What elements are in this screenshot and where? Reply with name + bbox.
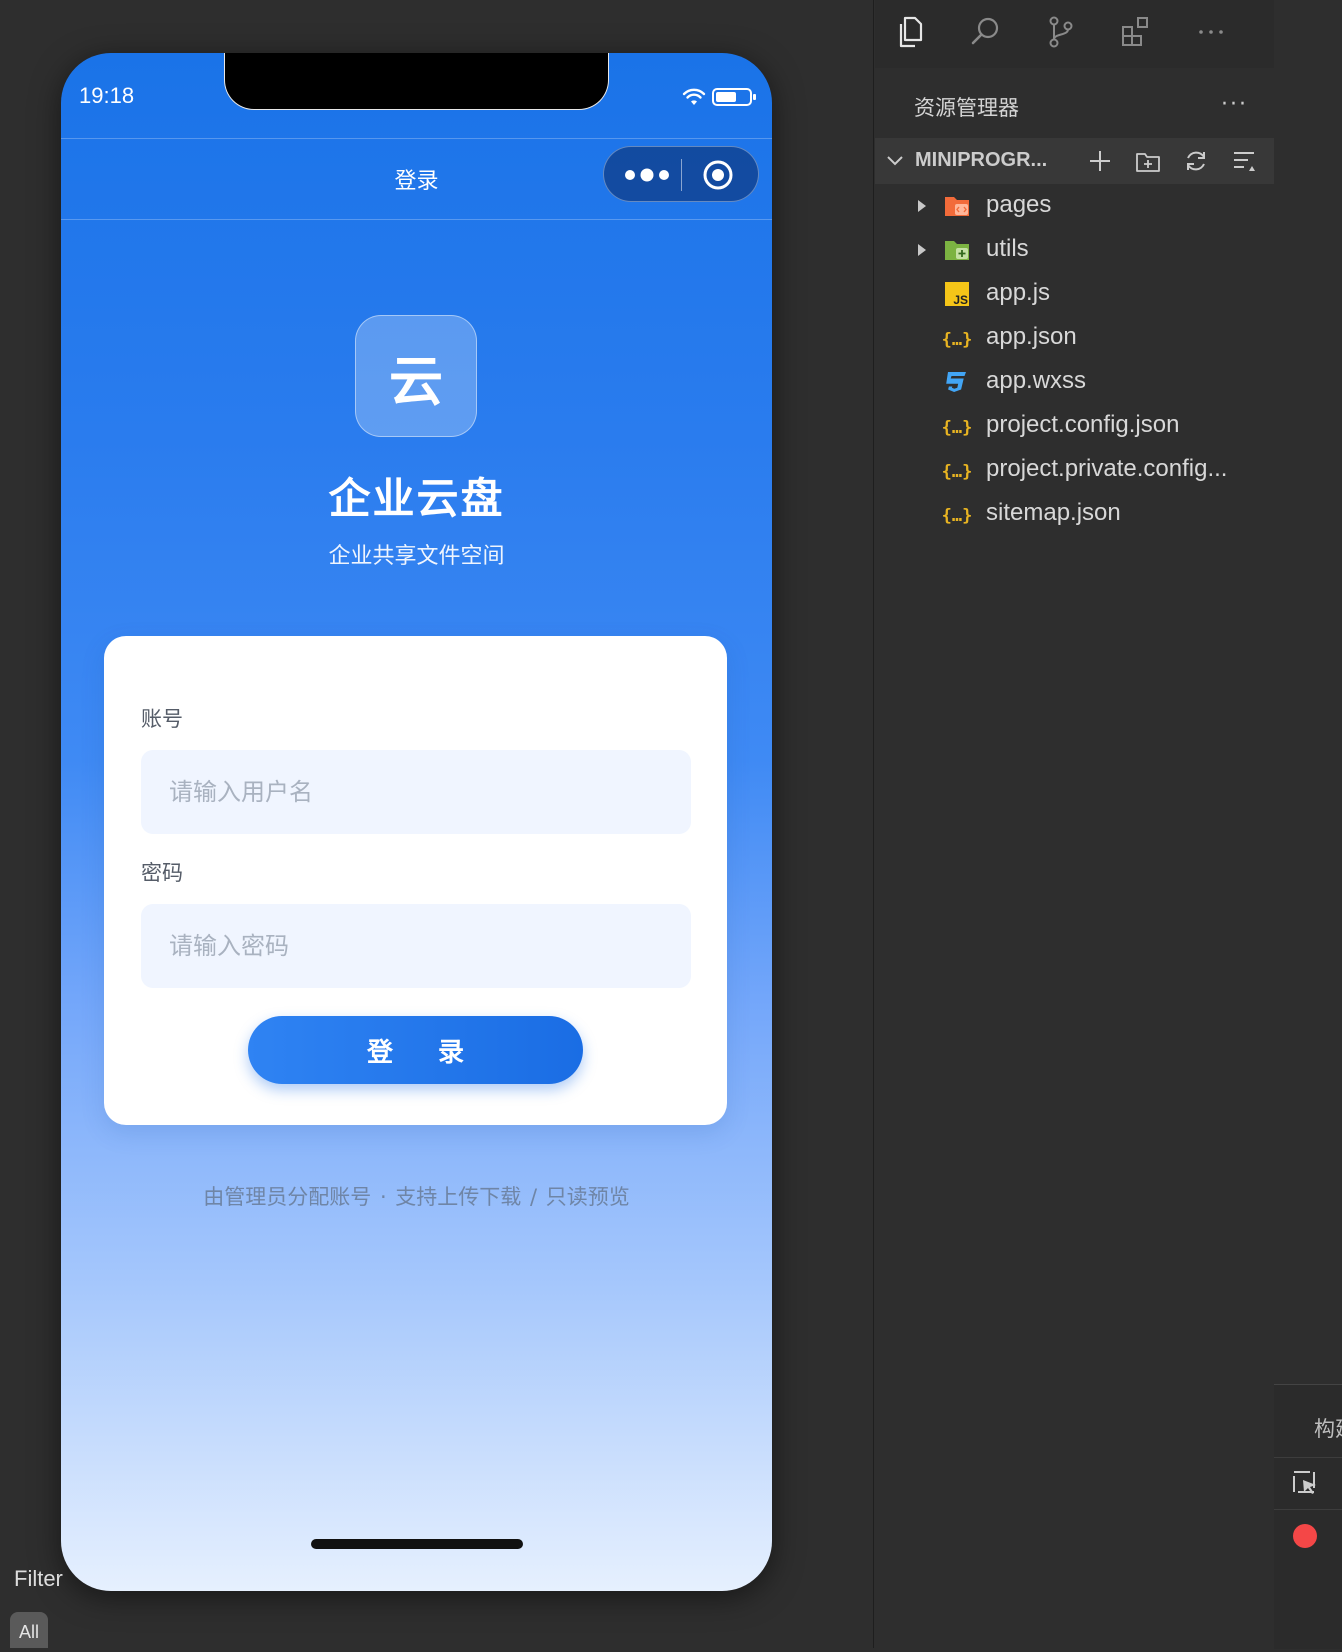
password-input[interactable] bbox=[141, 904, 691, 988]
navigation-bar: 登录 bbox=[61, 138, 772, 220]
json-file-icon: {…} bbox=[943, 330, 971, 350]
css-file-icon bbox=[946, 372, 966, 392]
json-file-icon: {…} bbox=[943, 418, 971, 438]
tree-item-label: utils bbox=[986, 235, 1029, 262]
password-label: 密码 bbox=[141, 861, 183, 885]
chevron-down-icon[interactable] bbox=[885, 150, 905, 170]
json-file-icon: {…} bbox=[943, 462, 971, 482]
collapse-all-icon[interactable] bbox=[1231, 148, 1257, 174]
devtools-toolbar-row bbox=[1274, 1457, 1342, 1510]
login-card: 账号 密码 登 录 bbox=[104, 636, 727, 1125]
folder-utils-icon bbox=[945, 241, 969, 260]
account-input[interactable] bbox=[141, 750, 691, 834]
folder-pages-icon bbox=[945, 197, 969, 216]
svg-text:JS: JS bbox=[953, 293, 968, 307]
home-indicator bbox=[311, 1539, 523, 1549]
svg-text:{…}: {…} bbox=[943, 462, 971, 482]
tree-file[interactable]: app.wxss bbox=[875, 360, 1274, 404]
app-logo: 云 bbox=[355, 315, 477, 437]
project-section-header[interactable]: MINIPROGR... bbox=[875, 138, 1274, 184]
explorer-icon[interactable] bbox=[893, 14, 929, 50]
tree-file[interactable]: JS app.js bbox=[875, 272, 1274, 316]
tree-file[interactable]: {…} project.private.config... bbox=[875, 448, 1274, 492]
more-icon[interactable] bbox=[622, 161, 672, 189]
svg-text:{…}: {…} bbox=[943, 506, 971, 526]
tree-item-label: sitemap.json bbox=[986, 499, 1121, 526]
tree-folder-utils[interactable]: utils bbox=[875, 228, 1274, 272]
tree-item-label: project.private.config... bbox=[986, 455, 1228, 482]
devtools-record-row bbox=[1274, 1509, 1342, 1562]
tree-item-label: app.json bbox=[986, 323, 1077, 350]
status-time: 19:18 bbox=[79, 83, 135, 108]
app-name: 企业云盘 bbox=[328, 474, 505, 523]
inspect-element-icon[interactable] bbox=[1292, 1470, 1320, 1498]
tree-item-label: app.wxss bbox=[986, 367, 1087, 394]
devtools-panel: 构建 bbox=[1274, 1384, 1342, 1649]
tree-file[interactable]: {…} project.config.json bbox=[875, 404, 1274, 448]
tree-item-label: app.js bbox=[986, 279, 1051, 306]
json-file-icon: {…} bbox=[943, 506, 971, 526]
devtools-tab[interactable]: 构建 bbox=[1314, 1413, 1342, 1443]
search-icon[interactable] bbox=[968, 14, 1004, 50]
svg-text:{…}: {…} bbox=[943, 330, 971, 350]
chevron-right-icon[interactable] bbox=[915, 198, 929, 214]
new-file-icon[interactable] bbox=[1087, 148, 1113, 174]
refresh-icon[interactable] bbox=[1183, 148, 1209, 174]
footer-note: 由管理员分配账号 · 支持上传下载 / 只读预览 bbox=[203, 1185, 630, 1209]
tree-folder-pages[interactable]: pages bbox=[875, 184, 1274, 228]
app-subtitle: 企业共享文件空间 bbox=[328, 544, 505, 569]
battery-icon bbox=[712, 88, 756, 106]
tree-item-label: project.config.json bbox=[986, 411, 1180, 438]
phone-notch bbox=[224, 53, 609, 110]
menu-capsule bbox=[603, 146, 759, 202]
new-folder-icon[interactable] bbox=[1135, 148, 1161, 174]
filter-input-label[interactable]: Filter bbox=[14, 1566, 63, 1592]
simulator-phone: 19:18 登录 云 企业云盘 企业共享文件空间 账号 请输入用户名 密码 登 … bbox=[61, 53, 772, 1591]
panel-separator[interactable] bbox=[873, 0, 874, 1648]
activity-bar bbox=[875, 0, 1274, 68]
svg-text:{…}: {…} bbox=[943, 418, 971, 438]
tree-file[interactable]: {…} sitemap.json bbox=[875, 492, 1274, 536]
account-label: 账号 bbox=[141, 707, 183, 731]
filter-all-tab[interactable]: All bbox=[10, 1612, 48, 1648]
project-name: MINIPROGR... bbox=[915, 149, 1048, 171]
explorer-title: 资源管理器 bbox=[914, 96, 1019, 120]
chevron-right-icon[interactable] bbox=[915, 242, 929, 258]
extensions-icon[interactable] bbox=[1118, 14, 1154, 50]
wifi-icon bbox=[682, 88, 706, 105]
login-button[interactable]: 登 录 bbox=[248, 1016, 583, 1084]
ide-side-panel: 资源管理器 ··· MINIPROGR... pages utils JS app.j… bbox=[875, 0, 1274, 1648]
explorer-more-button[interactable]: ··· bbox=[1221, 92, 1248, 117]
more-actions-icon[interactable] bbox=[1193, 14, 1229, 50]
source-control-icon[interactable] bbox=[1043, 14, 1079, 50]
capsule-divider bbox=[681, 159, 682, 191]
tree-file[interactable]: {…} app.json bbox=[875, 316, 1274, 360]
js-file-icon: JS bbox=[945, 282, 969, 307]
status-icons bbox=[682, 87, 758, 107]
record-icon[interactable] bbox=[1292, 1523, 1318, 1549]
close-miniprogram-icon[interactable] bbox=[702, 159, 734, 191]
tree-item-label: pages bbox=[986, 191, 1052, 218]
